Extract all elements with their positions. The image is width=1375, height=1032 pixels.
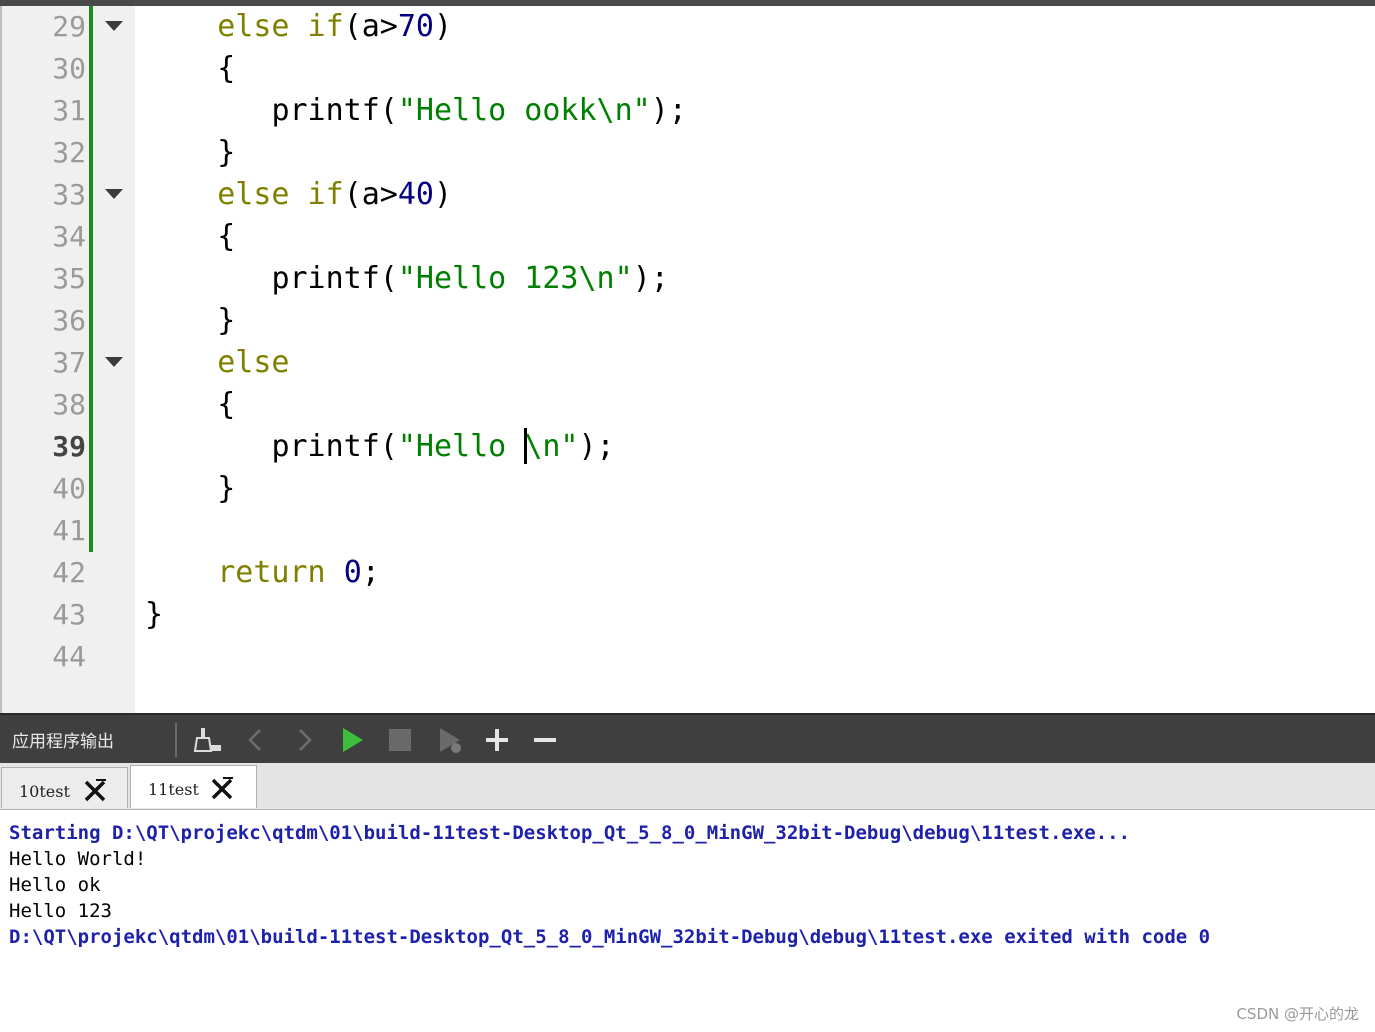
code-line-current: 39 printf("Hello \n"); (0, 426, 1375, 468)
line-number: 38 (52, 388, 86, 421)
change-marker (89, 258, 93, 300)
code-line: 36 } (0, 300, 1375, 342)
code-text: } (145, 597, 164, 632)
code-line: 40 } (0, 468, 1375, 510)
change-marker (89, 90, 93, 132)
code-text: { (145, 219, 236, 254)
tab-label: 10test (19, 782, 70, 801)
zoom-out-icon[interactable] (527, 723, 563, 757)
code-line: 33 else if(a>40) (0, 174, 1375, 216)
change-marker (89, 342, 93, 384)
close-icon[interactable] (82, 778, 108, 804)
code-text: { (145, 387, 236, 422)
change-marker (89, 426, 93, 468)
fold-arrow-icon[interactable] (105, 189, 123, 199)
code-line: 38 { (0, 384, 1375, 426)
code-line: 37 else (0, 342, 1375, 384)
line-number: 33 (52, 178, 86, 211)
output-line: Hello ok (9, 874, 101, 896)
code-line: 30 { (0, 48, 1375, 90)
code-line: 44 (0, 636, 1375, 678)
stop-icon[interactable] (382, 723, 418, 757)
output-toolbar: 应用程序输出 (0, 713, 1375, 763)
change-marker (89, 48, 93, 90)
output-line: Starting D:\QT\projekc\qtdm\01\build-11t… (9, 822, 1131, 844)
change-marker (89, 174, 93, 216)
code-line: 42 return 0; (0, 552, 1375, 594)
code-line: 35 printf("Hello 123\n"); (0, 258, 1375, 300)
line-number: 41 (52, 514, 86, 547)
output-pane-title: 应用程序输出 (12, 732, 114, 752)
output-line: D:\QT\projekc\qtdm\01\build-11test-Deskt… (9, 926, 1211, 948)
code-editor[interactable]: 29 else if(a>70) 30 { 31 printf("Hello o… (0, 6, 1375, 713)
tab-label: 11test (148, 780, 199, 799)
watermark: CSDN @开心的龙 (1236, 1005, 1359, 1023)
fold-arrow-icon[interactable] (105, 357, 123, 367)
output-line: Hello World! (9, 848, 147, 870)
code-text: } (145, 471, 236, 506)
line-number: 40 (52, 472, 86, 505)
line-number: 42 (52, 556, 86, 589)
line-number: 37 (52, 346, 86, 379)
code-line: 43 } (0, 594, 1375, 636)
code-text: else (217, 345, 290, 380)
output-tabs: 10test 11test (0, 763, 1375, 810)
change-marker (89, 468, 93, 510)
code-text: printf("Hello 123\n"); (271, 261, 669, 296)
code-text: printf("Hello \n"); (271, 427, 615, 464)
code-line: 34 { (0, 216, 1375, 258)
toolbar-divider (175, 723, 177, 757)
line-number: 43 (52, 598, 86, 631)
line-number: 34 (52, 220, 86, 253)
line-number: 36 (52, 304, 86, 337)
change-marker (89, 132, 93, 174)
code-text: } (145, 135, 236, 170)
debug-run-icon[interactable] (432, 723, 468, 757)
application-output[interactable]: Starting D:\QT\projekc\qtdm\01\build-11t… (0, 810, 1375, 1032)
close-icon[interactable] (209, 776, 235, 802)
change-marker (89, 510, 93, 552)
clear-output-icon[interactable] (190, 723, 226, 757)
code-text: } (145, 303, 236, 338)
previous-icon[interactable] (238, 723, 274, 757)
change-marker (89, 216, 93, 258)
change-marker (89, 6, 93, 48)
code-text: else if(a>70) (217, 9, 453, 44)
tab-10test[interactable]: 10test (1, 767, 128, 808)
line-number: 30 (52, 52, 86, 85)
code-line: 32 } (0, 132, 1375, 174)
line-number: 35 (52, 262, 86, 295)
run-icon[interactable] (334, 723, 370, 757)
change-marker (89, 300, 93, 342)
tab-11test[interactable]: 11test (130, 765, 257, 808)
output-line: Hello 123 (9, 900, 112, 922)
text-cursor (524, 427, 528, 464)
line-number: 31 (52, 94, 86, 127)
code-text: { (145, 51, 236, 86)
change-marker (89, 384, 93, 426)
line-number: 39 (52, 430, 86, 463)
code-line: 29 else if(a>70) (0, 6, 1375, 48)
code-line: 31 printf("Hello ookk\n"); (0, 90, 1375, 132)
code-text: printf("Hello ookk\n"); (271, 93, 687, 128)
code-text: return 0; (217, 555, 380, 590)
zoom-in-icon[interactable] (479, 723, 515, 757)
code-line: 41 (0, 510, 1375, 552)
next-icon[interactable] (286, 723, 322, 757)
code-text: else if(a>40) (217, 177, 453, 212)
line-number: 32 (52, 136, 86, 169)
fold-arrow-icon[interactable] (105, 21, 123, 31)
line-number: 44 (52, 640, 86, 673)
line-number: 29 (52, 10, 86, 43)
